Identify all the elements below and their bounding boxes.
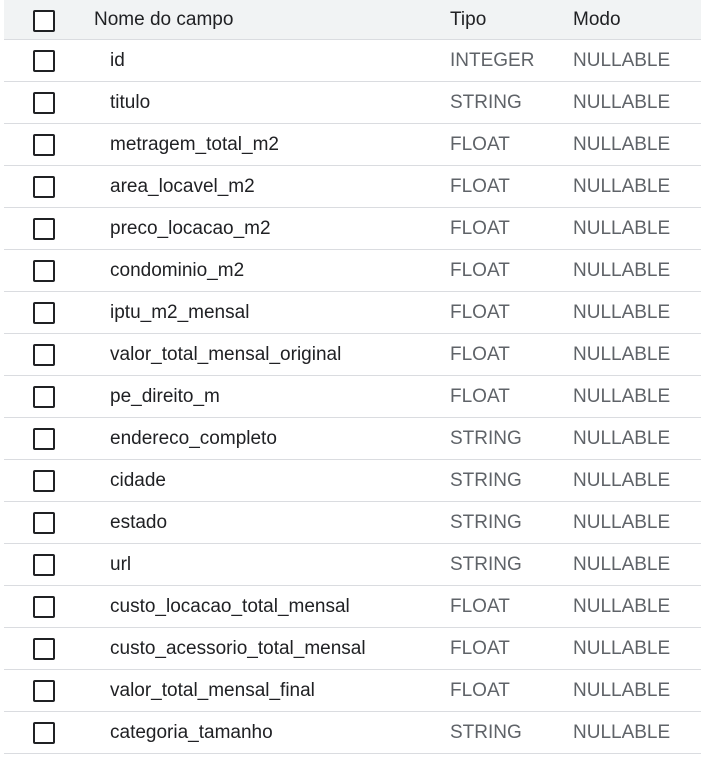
column-header-mode[interactable]: Modo (573, 0, 621, 39)
field-type: STRING (450, 469, 522, 491)
field-type: STRING (450, 91, 522, 113)
field-name: estado (110, 511, 168, 533)
table-row[interactable]: id INTEGER NULLABLE (4, 40, 701, 82)
row-checkbox[interactable] (33, 49, 55, 72)
row-checkbox[interactable] (33, 91, 55, 114)
table-row[interactable]: iptu_m2_mensal FLOAT NULLABLE (4, 292, 701, 334)
table-row[interactable]: categoria_tamanho STRING NULLABLE (4, 712, 701, 754)
row-checkbox[interactable] (33, 343, 55, 366)
field-mode: NULLABLE (573, 511, 671, 533)
table-header: Nome do campo Tipo Modo (4, 0, 701, 40)
column-header-name[interactable]: Nome do campo (94, 0, 233, 39)
field-type: FLOAT (450, 301, 510, 323)
field-name: custo_locacao_total_mensal (110, 595, 350, 617)
field-mode: NULLABLE (573, 595, 671, 617)
field-type: FLOAT (450, 679, 510, 701)
row-checkbox[interactable] (33, 175, 55, 198)
row-checkbox[interactable] (33, 721, 55, 744)
table-row[interactable]: area_locavel_m2 FLOAT NULLABLE (4, 166, 701, 208)
table-row[interactable]: condominio_m2 FLOAT NULLABLE (4, 250, 701, 292)
field-mode: NULLABLE (573, 427, 671, 449)
select-all-checkbox[interactable] (33, 9, 55, 32)
row-checkbox[interactable] (33, 259, 55, 282)
field-mode: NULLABLE (573, 553, 671, 575)
field-type: FLOAT (450, 175, 510, 197)
field-name: valor_total_mensal_original (110, 343, 342, 365)
field-name: url (110, 553, 132, 575)
row-checkbox[interactable] (33, 133, 55, 156)
table-row[interactable]: titulo STRING NULLABLE (4, 82, 701, 124)
table-row[interactable]: url STRING NULLABLE (4, 544, 701, 586)
row-checkbox[interactable] (33, 553, 55, 576)
field-type: FLOAT (450, 637, 510, 659)
table-row[interactable]: estado STRING NULLABLE (4, 502, 701, 544)
table-row[interactable]: valor_total_mensal_final FLOAT NULLABLE (4, 670, 701, 712)
field-mode: NULLABLE (573, 469, 671, 491)
table-row[interactable]: valor_total_mensal_original FLOAT NULLABLE (4, 334, 701, 376)
column-header-type[interactable]: Tipo (450, 0, 486, 39)
field-name: iptu_m2_mensal (110, 301, 250, 323)
field-name: pe_direito_m (110, 385, 220, 407)
field-name: endereco_completo (110, 427, 277, 449)
table-row[interactable]: endereco_completo STRING NULLABLE (4, 418, 701, 460)
field-mode: NULLABLE (573, 301, 671, 323)
field-mode: NULLABLE (573, 91, 671, 113)
field-type: FLOAT (450, 259, 510, 281)
field-type: STRING (450, 721, 522, 743)
field-type: FLOAT (450, 217, 510, 239)
row-checkbox[interactable] (33, 427, 55, 450)
row-checkbox[interactable] (33, 637, 55, 660)
field-mode: NULLABLE (573, 217, 671, 239)
table-row[interactable]: metragem_total_m2 FLOAT NULLABLE (4, 124, 701, 166)
field-type: FLOAT (450, 595, 510, 617)
field-name: valor_total_mensal_final (110, 679, 315, 701)
field-type: FLOAT (450, 133, 510, 155)
field-mode: NULLABLE (573, 343, 671, 365)
table-row[interactable]: cidade STRING NULLABLE (4, 460, 701, 502)
row-checkbox[interactable] (33, 679, 55, 702)
field-mode: NULLABLE (573, 637, 671, 659)
row-checkbox[interactable] (33, 595, 55, 618)
field-mode: NULLABLE (573, 175, 671, 197)
field-name: condominio_m2 (110, 259, 245, 281)
field-name: categoria_tamanho (110, 721, 273, 743)
schema-table: Nome do campo Tipo Modo id INTEGER NULLABL… (4, 0, 701, 754)
field-mode: NULLABLE (573, 133, 671, 155)
field-type: FLOAT (450, 385, 510, 407)
field-type: INTEGER (450, 49, 535, 71)
table-row[interactable]: custo_acessorio_total_mensal FLOAT NULLABL… (4, 628, 701, 670)
row-checkbox[interactable] (33, 385, 55, 408)
field-mode: NULLABLE (573, 49, 671, 71)
row-checkbox[interactable] (33, 511, 55, 534)
field-mode: NULLABLE (573, 259, 671, 281)
row-checkbox[interactable] (33, 301, 55, 324)
field-name: metragem_total_m2 (110, 133, 279, 155)
row-checkbox[interactable] (33, 469, 55, 492)
table-body: id INTEGER NULLABLE titulo STRING NULLABLE met… (4, 40, 701, 754)
field-name: id (110, 49, 125, 71)
field-name: titulo (110, 91, 151, 113)
field-name: cidade (110, 469, 166, 491)
field-type: STRING (450, 511, 522, 533)
field-type: FLOAT (450, 343, 510, 365)
field-name: preco_locacao_m2 (110, 217, 271, 239)
table-row[interactable]: custo_locacao_total_mensal FLOAT NULLABLE (4, 586, 701, 628)
field-mode: NULLABLE (573, 385, 671, 407)
field-mode: NULLABLE (573, 679, 671, 701)
field-name: area_locavel_m2 (110, 175, 255, 197)
field-type: STRING (450, 427, 522, 449)
field-mode: NULLABLE (573, 721, 671, 743)
table-row[interactable]: pe_direito_m FLOAT NULLABLE (4, 376, 701, 418)
table-row[interactable]: preco_locacao_m2 FLOAT NULLABLE (4, 208, 701, 250)
row-checkbox[interactable] (33, 217, 55, 240)
field-type: STRING (450, 553, 522, 575)
field-name: custo_acessorio_total_mensal (110, 637, 366, 659)
